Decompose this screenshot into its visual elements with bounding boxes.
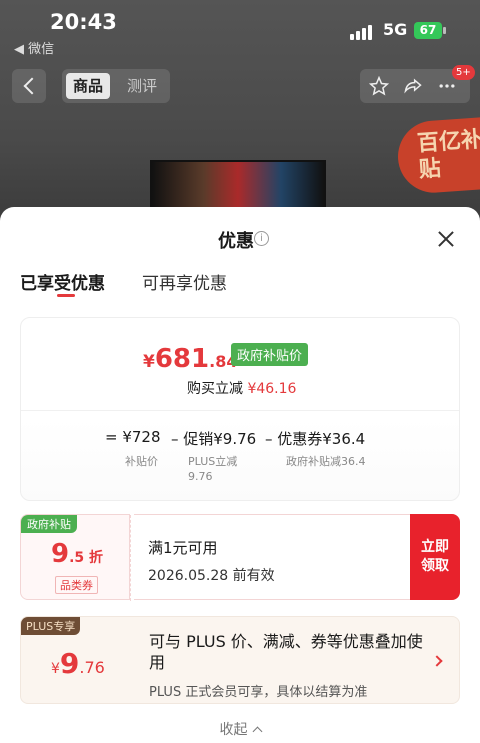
signal-icon <box>350 24 376 40</box>
coupon-card: 政府补贴 9.5 折 品类券 满1元可用 2026.05.28 前有效 立即领取 <box>20 514 460 601</box>
tab-enjoyed-discounts[interactable]: 已享受优惠 <box>20 269 105 294</box>
network-type: 5G <box>383 20 408 39</box>
tab-product[interactable]: 商品 <box>66 73 111 99</box>
coupon-discount: 9.5 折 <box>51 539 104 569</box>
chevron-up-icon <box>252 726 262 737</box>
back-button[interactable] <box>12 69 46 103</box>
plus-exclusive-flag: PLUS专享 <box>21 617 81 635</box>
plus-discount-card[interactable]: PLUS专享 ¥9.76 可与 PLUS 价、满减、券等优惠叠加使用 PLUS … <box>20 616 460 704</box>
plus-discount-amount: ¥9.76 <box>51 647 105 680</box>
gov-subsidy-price-tag: 政府补贴价 <box>231 343 309 366</box>
divider <box>21 410 459 411</box>
share-icon[interactable] <box>402 76 424 96</box>
formula-promo: – 促销¥9.76 <box>171 430 257 448</box>
final-price: ¥681.84 <box>143 344 238 374</box>
reduction-amount: ¥46.16 <box>247 381 297 397</box>
coupon-category: 品类券 <box>55 576 98 594</box>
coupon-value-panel: 政府补贴 9.5 折 品类券 <box>20 514 130 600</box>
formula-promo-label: PLUS立减 9.76 <box>188 455 238 483</box>
claim-coupon-button[interactable]: 立即领取 <box>410 514 460 600</box>
chevron-right-icon[interactable] <box>431 655 443 667</box>
close-icon[interactable] <box>432 225 460 253</box>
price-summary-card: ¥681.84 政府补贴价 购买立减 ¥46.16 = ¥728 补贴价 – 促… <box>20 317 460 501</box>
tab-available-discounts[interactable]: 可再享优惠 <box>142 269 227 294</box>
status-time: 20:43 <box>50 10 117 34</box>
instant-reduction: 购买立减 ¥46.16 <box>187 381 297 397</box>
sheet-title: 优惠 <box>218 231 254 252</box>
coupon-condition: 满1元可用 <box>148 539 218 557</box>
product-page-background: 20:43 ◀ 微信 5G 67 商品 测评 5+ 百亿补贴 <box>0 0 480 230</box>
back-to-app-link[interactable]: ◀ 微信 <box>14 38 54 57</box>
more-icon[interactable] <box>436 76 458 96</box>
plus-stack-description: 可与 PLUS 价、满减、券等优惠叠加使用 <box>149 632 423 672</box>
tab-review[interactable]: 测评 <box>120 73 164 99</box>
star-icon[interactable] <box>368 76 390 96</box>
battery-icon: 67 <box>414 22 446 39</box>
collapse-button[interactable]: 收起 <box>0 719 480 739</box>
coupon-details: 满1元可用 2026.05.28 前有效 <box>130 514 412 601</box>
formula-base-label: 补贴价 <box>125 455 158 468</box>
info-icon[interactable]: i <box>254 231 269 246</box>
plus-member-note: PLUS 正式会员可享，具体以结算为准 <box>149 685 368 700</box>
formula-coupon-label: 政府补贴减36.4 <box>286 455 366 468</box>
status-bar: 20:43 ◀ 微信 5G 67 <box>0 0 480 60</box>
product-nav-tabs: 商品 测评 <box>62 69 170 103</box>
coupon-expiry: 2026.05.28 前有效 <box>148 568 275 584</box>
formula-base-price: = ¥728 <box>105 428 161 446</box>
active-tab-indicator <box>57 294 75 297</box>
product-image <box>150 160 326 210</box>
formula-coupon: – 优惠券¥36.4 <box>265 430 366 448</box>
gov-subsidy-flag: 政府补贴 <box>21 515 77 533</box>
discount-sheet: 优惠 i 已享受优惠 可再享优惠 ¥681.84 政府补贴价 购买立减 ¥46.… <box>0 207 480 743</box>
subsidy-badge: 百亿补贴 <box>395 116 480 196</box>
more-badge: 5+ <box>452 65 475 80</box>
